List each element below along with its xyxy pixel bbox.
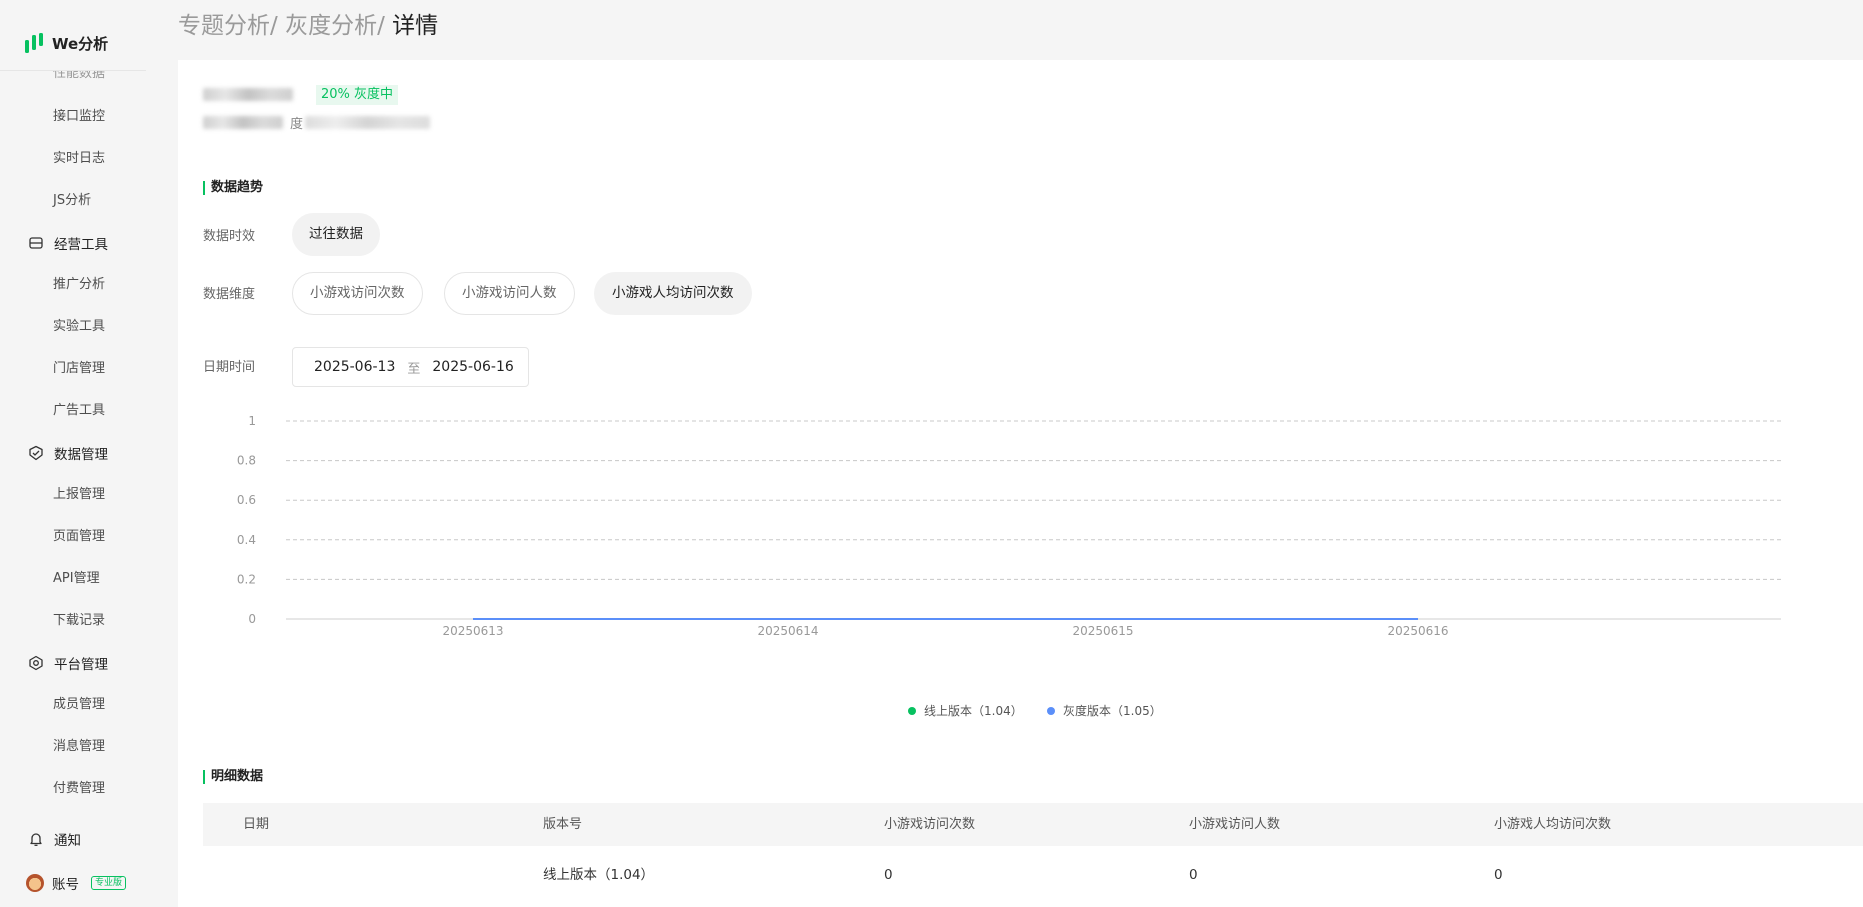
y-tick-label: 0.8	[237, 454, 256, 468]
y-tick-label: 0.2	[237, 572, 256, 586]
account-label: 账号	[52, 877, 79, 893]
sidebar-item-performance[interactable]: 性能数据	[53, 71, 105, 84]
sidebar-group-platform-manage[interactable]: 平台管理	[28, 653, 108, 673]
x-tick-label: 20250615	[1072, 624, 1133, 638]
sidebar-item-ad-tools[interactable]: 广告工具	[53, 401, 105, 421]
sidebar-group-business-tools[interactable]: 经营工具	[28, 233, 108, 253]
cell-version: 线上版本（1.04）	[543, 867, 655, 883]
sidebar-item-billing-manage[interactable]: 付费管理	[53, 779, 105, 799]
we-analysis-logo-icon	[25, 33, 43, 53]
legend-item-gray[interactable]: 灰度版本（1.05）	[1047, 702, 1162, 719]
bell-icon	[30, 833, 42, 846]
legend-label-online: 线上版本（1.04）	[924, 704, 1023, 718]
legend-dot-online	[908, 706, 916, 715]
date-end-input[interactable]: 2025-06-16	[432, 359, 513, 375]
sidebar-notify[interactable]: 通知	[28, 829, 81, 849]
date-range-picker[interactable]: 2025-06-13 至 2025-06-16	[292, 347, 529, 387]
table-header: 日期 版本号 小游戏访问次数 小游戏访问人数 小游戏人均访问次数	[203, 803, 1863, 846]
breadcrumb-topic-analysis[interactable]: 专题分析/	[178, 13, 278, 39]
column-header-visits[interactable]: 小游戏访问次数	[884, 803, 975, 846]
cell-visits: 0	[884, 867, 893, 883]
sidebar-group-label: 数据管理	[54, 447, 108, 463]
breadcrumb-gray-analysis[interactable]: 灰度分析/	[285, 13, 385, 39]
x-tick-label: 20250614	[757, 624, 818, 638]
x-tick-label: 20250613	[442, 624, 503, 638]
breadcrumb: 专题分析/ 灰度分析/ 详情	[178, 6, 438, 40]
sidebar-item-experiment[interactable]: 实验工具	[53, 317, 105, 337]
detail-table: 日期 版本号 小游戏访问次数 小游戏访问人数 小游戏人均访问次数 线上版本（1.…	[203, 803, 1863, 907]
section-title-trend: 数据趋势	[203, 181, 263, 195]
status-badge: 20% 灰度中	[316, 85, 399, 105]
sidebar-group-label: 平台管理	[54, 657, 108, 673]
sidebar-item-promotion[interactable]: 推广分析	[53, 275, 105, 295]
timeliness-label: 数据时效	[203, 229, 256, 244]
y-tick-label: 0.6	[237, 493, 256, 507]
store-icon	[29, 237, 43, 249]
table-row: 线上版本（1.04） 0 0 0	[203, 846, 1863, 907]
notify-label: 通知	[54, 833, 81, 849]
y-tick-label: 0.4	[237, 533, 256, 547]
date-separator: 至	[407, 361, 421, 377]
redacted-date-text	[305, 116, 430, 129]
sidebar-item-store-manage[interactable]: 门店管理	[53, 359, 105, 379]
dimension-option-visitors[interactable]: 小游戏访问人数	[444, 272, 575, 315]
platform-hex-icon	[29, 655, 43, 671]
column-header-visitors[interactable]: 小游戏访问人数	[1189, 803, 1280, 846]
redacted-name	[203, 88, 293, 101]
sidebar-item-message-manage[interactable]: 消息管理	[53, 737, 105, 757]
cell-visitors: 0	[1189, 867, 1198, 883]
sidebar-group-label: 经营工具	[54, 237, 108, 253]
sidebar-item-api-manage[interactable]: API管理	[53, 569, 100, 589]
sidebar-item-member-manage[interactable]: 成员管理	[53, 695, 105, 715]
x-tick-label: 20250616	[1387, 624, 1448, 638]
subtitle-visible: 度	[290, 117, 304, 132]
legend-dot-gray	[1047, 706, 1055, 715]
sidebar-item-api-monitor[interactable]: 接口监控	[53, 107, 105, 127]
sidebar-item-download-log[interactable]: 下载记录	[53, 611, 105, 631]
legend-label-gray: 灰度版本（1.05）	[1063, 704, 1162, 718]
y-tick-label: 1	[248, 414, 256, 428]
sidebar-item-realtime-log[interactable]: 实时日志	[53, 149, 105, 169]
legend-item-online[interactable]: 线上版本（1.04）	[908, 702, 1023, 719]
column-header-version[interactable]: 版本号	[543, 803, 582, 846]
timeliness-option-past[interactable]: 过往数据	[292, 213, 380, 256]
dimension-option-visits[interactable]: 小游戏访问次数	[292, 272, 423, 315]
dimension-option-avg-visits[interactable]: 小游戏人均访问次数	[594, 272, 752, 315]
dimension-label: 数据维度	[203, 287, 256, 302]
cell-avg-visits: 0	[1494, 867, 1503, 883]
section-title-detail: 明细数据	[203, 770, 263, 784]
sidebar-item-page-manage[interactable]: 页面管理	[53, 527, 105, 547]
sidebar-account[interactable]: 账号 专业版	[26, 873, 127, 893]
column-header-date[interactable]: 日期	[243, 803, 269, 846]
logo-text: We分析	[52, 34, 109, 53]
main-card: 20% 灰度中 度 数据趋势 数据时效 过往数据 数据维度 小游戏访问次数 小游…	[178, 60, 1863, 907]
data-shield-icon	[29, 445, 43, 461]
date-start-input[interactable]: 2025-06-13	[314, 359, 395, 375]
sidebar-item-report-manage[interactable]: 上报管理	[53, 485, 105, 505]
pro-badge: 专业版	[91, 876, 127, 890]
sidebar: We分析 性能数据 接口监控 实时日志 JS分析 经营工具 推广分析 实验工具 …	[0, 0, 177, 907]
sidebar-group-data-manage[interactable]: 数据管理	[28, 443, 108, 463]
avatar	[26, 874, 44, 892]
column-header-avg-visits[interactable]: 小游戏人均访问次数	[1494, 803, 1611, 846]
sidebar-divider	[0, 70, 146, 71]
y-tick-label: 0	[248, 612, 256, 626]
sidebar-item-js-analysis[interactable]: JS分析	[53, 191, 91, 211]
breadcrumb-current: 详情	[392, 13, 439, 39]
date-label: 日期时间	[203, 360, 256, 375]
app-logo[interactable]: We分析	[24, 30, 108, 56]
redacted-info	[203, 116, 283, 129]
